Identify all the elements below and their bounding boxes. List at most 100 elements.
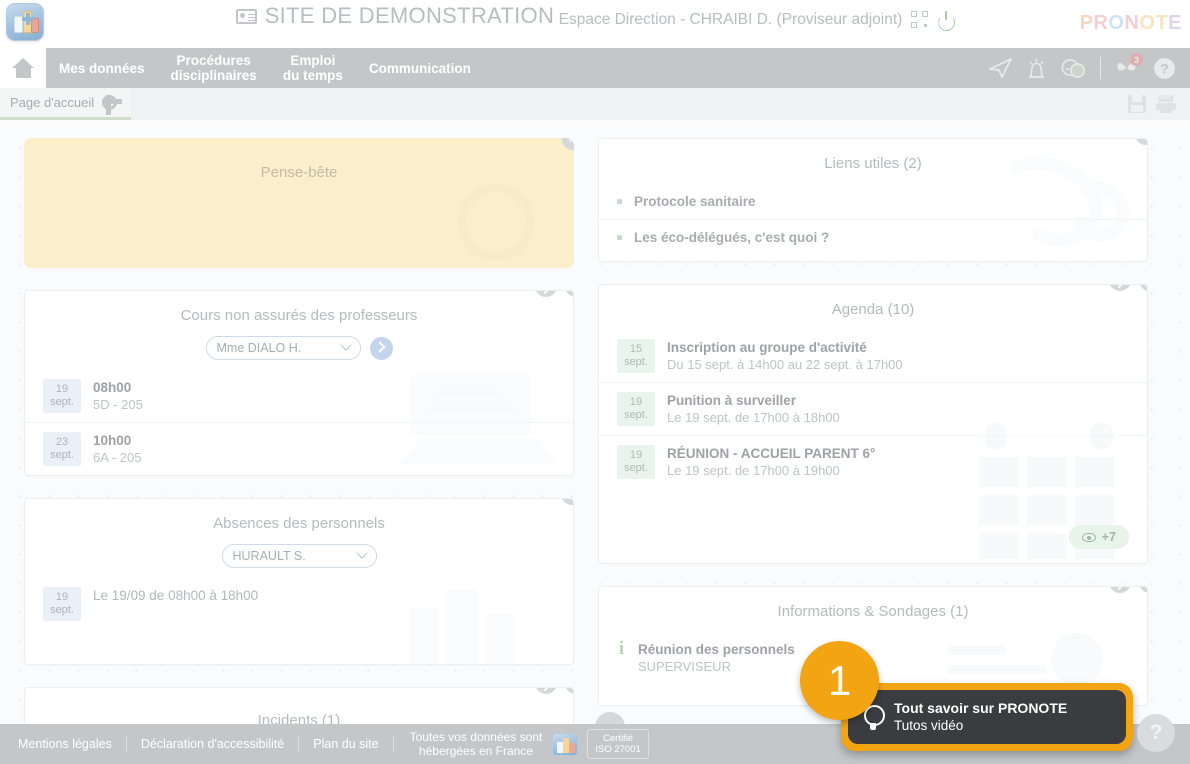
list-item-subtitle: Du 15 sept. à 14h00 au 22 sept. à 17h00 bbox=[667, 357, 903, 372]
left-column: Pense-bête Cours non assurés des profess… bbox=[24, 138, 625, 757]
bullet-icon bbox=[617, 235, 622, 240]
tab-page-accueil[interactable]: Page d'accueil bbox=[0, 88, 132, 120]
notification-ribbon-icon[interactable]: 3 bbox=[1115, 53, 1143, 78]
alert-siren-icon[interactable] bbox=[1026, 58, 1047, 79]
close-icon[interactable] bbox=[1139, 587, 1147, 593]
list-item-title: 10h00 bbox=[93, 433, 132, 448]
list-item-content: Réunion des personnels SUPERVISEUR bbox=[638, 641, 1129, 675]
brand-letter-6: E bbox=[1168, 12, 1182, 34]
list-item[interactable]: 19 sept. Punition à surveiller Le 19 sept. … bbox=[599, 382, 1147, 435]
list-item-title: 08h00 bbox=[93, 380, 132, 395]
widget-absences-personnels: Absences des personnels HURAULT S. 19sep… bbox=[24, 498, 574, 665]
absences-rows: 19 sept. Le 19/09 de 08h00 à 18h00 bbox=[25, 578, 573, 664]
nav-emploi-du-temps[interactable]: Emploi du temps bbox=[270, 48, 356, 88]
close-icon[interactable] bbox=[561, 499, 573, 505]
close-icon[interactable] bbox=[1139, 285, 1147, 291]
date-chip: 19 sept. bbox=[43, 587, 81, 621]
go-button[interactable] bbox=[369, 336, 393, 360]
nav-action-icons: 3 ? bbox=[989, 48, 1190, 88]
footer-certification-badge: Certifié ISO 27001 bbox=[587, 729, 649, 759]
agenda-more-button[interactable]: +7 bbox=[1068, 525, 1129, 549]
useful-link-item[interactable]: Les éco-délégués, c'est quoi ? bbox=[599, 219, 1147, 255]
brand-letter-2: O bbox=[1108, 12, 1125, 34]
save-floppy-icon[interactable] bbox=[1128, 95, 1146, 113]
id-card-icon bbox=[235, 8, 257, 24]
nav-procedures-disciplinaires[interactable]: Procédures disciplinaires bbox=[158, 48, 270, 88]
date-chip: 19 sept. bbox=[617, 392, 655, 426]
list-item-content: RÉUNION - ACCUEIL PARENT 6° Le 19 sept. d… bbox=[667, 445, 1129, 479]
close-icon[interactable] bbox=[565, 688, 573, 694]
eye-icon bbox=[1081, 532, 1096, 542]
qr-code-icon[interactable] bbox=[911, 11, 929, 28]
list-item-title: Inscription au groupe d'activité bbox=[667, 340, 867, 355]
widget-liens-utiles: Liens utiles (2) Protocole sanitaire Les … bbox=[598, 138, 1148, 262]
pronote-brand-logo: PRONOTE bbox=[1080, 12, 1182, 35]
send-message-icon[interactable] bbox=[989, 58, 1012, 78]
staff-select[interactable]: HURAULT S. bbox=[221, 544, 377, 568]
list-item-content: Punition à surveiller Le 19 sept. de 17h0… bbox=[667, 392, 1129, 426]
tour-tooltip-title: Tout savoir sur PRONOTE bbox=[894, 700, 1068, 716]
gear-icon[interactable] bbox=[101, 94, 122, 115]
widget-pense-bete: Pense-bête bbox=[24, 138, 574, 268]
date-chip: 19 sept. bbox=[43, 379, 81, 413]
home-icon bbox=[12, 58, 34, 78]
teacher-select-value: Mme DIALO H. bbox=[216, 341, 302, 355]
info-icon: i bbox=[618, 638, 625, 659]
print-pdf-icon[interactable]: PDF bbox=[1156, 95, 1176, 113]
brand-letter-4: O bbox=[1139, 12, 1156, 34]
expand-icon[interactable] bbox=[535, 688, 557, 694]
list-item[interactable]: 19 sept. Le 19/09 de 08h00 à 18h00 bbox=[25, 578, 573, 630]
useful-link-label: Les éco-délégués, c'est quoi ? bbox=[634, 230, 830, 245]
links-list: Protocole sanitaire Les éco-délégués, c'e… bbox=[599, 184, 1147, 261]
footer-link-declaration-accessibilite[interactable]: Déclaration d'accessibilité bbox=[127, 737, 298, 751]
discussion-bubble-icon[interactable] bbox=[1061, 58, 1086, 79]
nav-items: Mes données Procédures disciplinaires Empl… bbox=[46, 48, 484, 88]
tour-step-badge: 1 bbox=[800, 641, 879, 720]
widget-actions bbox=[535, 291, 573, 297]
close-icon[interactable] bbox=[562, 138, 574, 150]
site-title-row: SITE DE DEMONSTRATION bbox=[235, 3, 554, 29]
brand-letter-0: P bbox=[1079, 12, 1094, 34]
list-item-content: Inscription au groupe d'activité Du 15 se… bbox=[667, 339, 1129, 373]
nav-divider bbox=[1100, 57, 1101, 79]
widget-actions bbox=[561, 499, 573, 505]
expand-icon[interactable] bbox=[1109, 587, 1131, 593]
footer-link-plan-du-site[interactable]: Plan du site bbox=[299, 737, 392, 751]
tour-tooltip-body: Tout savoir sur PRONOTE Tutos vidéo bbox=[848, 690, 1126, 744]
footer-link-mentions-legales[interactable]: Mentions légales bbox=[18, 737, 126, 751]
agenda-rows: 15 sept. Inscription au groupe d'activité D… bbox=[599, 330, 1147, 488]
list-item[interactable]: 23 sept. 10h00 6A - 205 bbox=[25, 422, 573, 475]
widget-title: Informations & Sondages (1) bbox=[777, 603, 969, 620]
tour-tooltip-text: Tout savoir sur PRONOTE Tutos vidéo bbox=[894, 699, 1067, 735]
teacher-select[interactable]: Mme DIALO H. bbox=[205, 336, 361, 360]
widget-title: Pense-bête bbox=[260, 164, 338, 181]
nav-mes-donnees[interactable]: Mes données bbox=[46, 48, 158, 88]
agenda-more-label: +7 bbox=[1101, 530, 1116, 544]
expand-icon[interactable] bbox=[1109, 285, 1131, 291]
app-logo-icon bbox=[6, 3, 44, 41]
nav-home-button[interactable] bbox=[0, 48, 46, 88]
widget-agenda: Agenda (10) 15sept. Inscription au groupe… bbox=[598, 284, 1148, 564]
nav-communication[interactable]: Communication bbox=[356, 48, 484, 88]
useful-link-item[interactable]: Protocole sanitaire bbox=[599, 184, 1147, 219]
close-icon[interactable] bbox=[1135, 139, 1147, 145]
svg-text:?: ? bbox=[1160, 60, 1169, 76]
list-item-subtitle: SUPERVISEUR bbox=[638, 659, 731, 674]
power-icon[interactable] bbox=[937, 11, 954, 28]
brand-letter-1: R bbox=[1093, 12, 1109, 34]
expand-icon[interactable] bbox=[535, 291, 557, 297]
staff-select-value: HURAULT S. bbox=[232, 549, 306, 563]
cours-rows: 19 sept. 08h00 5D - 205 23 sept. 10h00 6A - 205 bbox=[25, 370, 573, 475]
close-icon[interactable] bbox=[565, 291, 573, 297]
list-item-subtitle: Le 19 sept. de 17h00 à 18h00 bbox=[667, 410, 840, 425]
help-fab-button[interactable]: ? bbox=[1137, 714, 1175, 752]
list-item[interactable]: 19 sept. 08h00 5D - 205 bbox=[25, 370, 573, 422]
list-item[interactable]: 19 sept. RÉUNION - ACCUEIL PARENT 6° Le 19 … bbox=[599, 435, 1147, 488]
tabstrip-actions: PDF bbox=[1128, 88, 1190, 120]
bullet-icon bbox=[617, 199, 622, 204]
help-icon[interactable]: ? bbox=[1153, 57, 1176, 80]
pronote-homepage: SITE DE DEMONSTRATION Espace Direction -… bbox=[0, 0, 1190, 764]
list-item-subtitle: 5D - 205 bbox=[93, 397, 143, 412]
list-item[interactable]: 15 sept. Inscription au groupe d'activité D… bbox=[599, 330, 1147, 382]
tour-tooltip[interactable]: Tout savoir sur PRONOTE Tutos vidéo bbox=[841, 683, 1133, 751]
